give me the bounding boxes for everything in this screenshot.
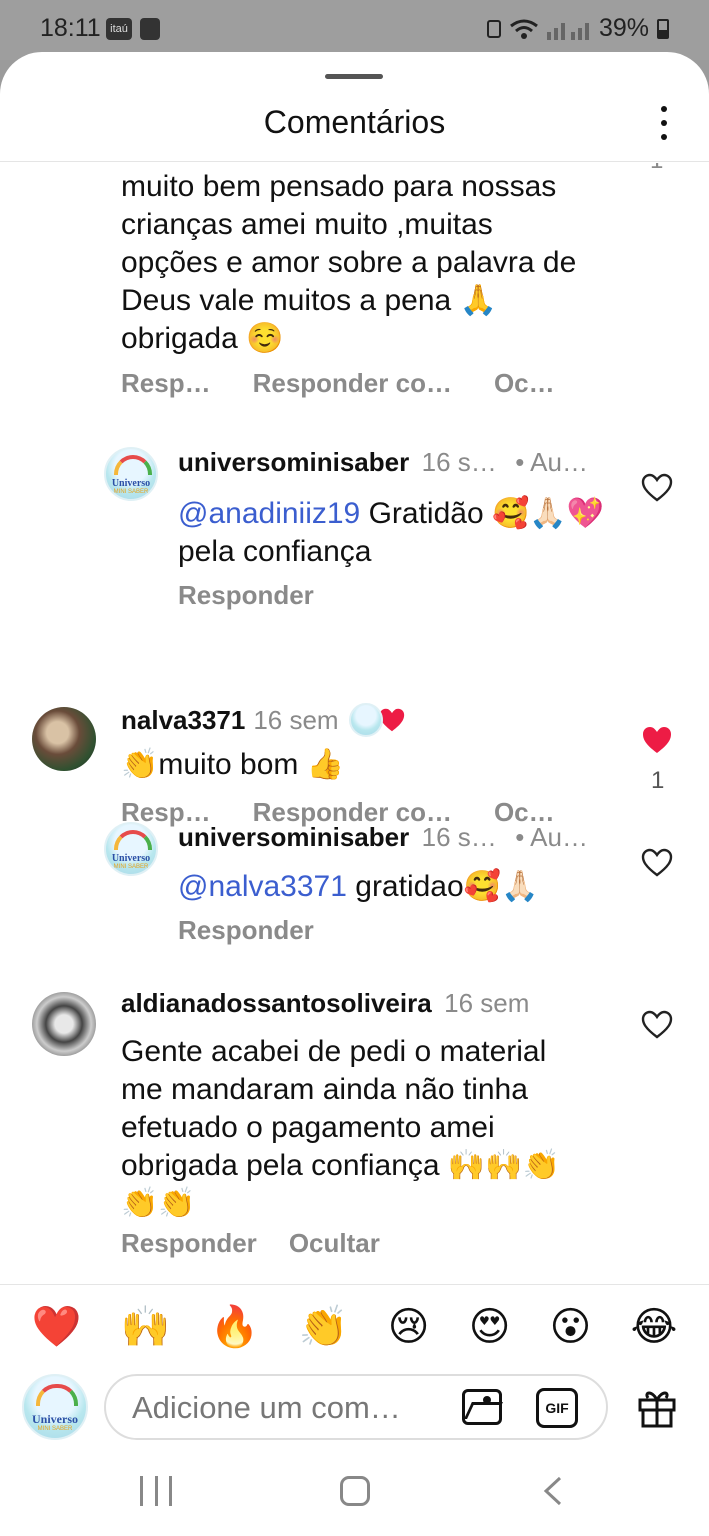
username[interactable]: universominisaber — [178, 822, 409, 852]
battery-icon — [657, 18, 669, 39]
timestamp: 16 s… — [421, 447, 497, 477]
comment-composer: Universo MINI SABER Adicione um com… GIF — [0, 1368, 709, 1454]
quick-reactions-bar: ❤️ 🙌 🔥 👏 😢 😍 😮 😂 — [0, 1284, 709, 1368]
comment-text: Gente acabei de pedi o material me manda… — [121, 1035, 560, 1220]
hide-button[interactable]: Oc… — [494, 368, 555, 399]
heart-icon[interactable] — [641, 1010, 673, 1040]
gif-icon[interactable]: GIF — [536, 1388, 578, 1428]
comment-actions: Responder Ocultar — [121, 1228, 380, 1259]
reply-button[interactable]: Responder — [178, 580, 314, 611]
signal-icon — [546, 22, 589, 40]
system-nav-bar — [0, 1454, 709, 1536]
comments-sheet: Comentários 1 muito bem pensado para nos… — [0, 52, 709, 1536]
avatar[interactable] — [32, 707, 96, 771]
username[interactable]: nalva3371 — [121, 705, 245, 736]
lock-icon — [486, 19, 501, 38]
status-bar: 18:11 itaú 39% — [0, 0, 709, 60]
like-count: 1 — [651, 767, 665, 794]
comment-text: 👏muito bom 👍 — [121, 748, 345, 781]
reaction-crying[interactable]: 😢 — [388, 1304, 430, 1350]
comment-text: @nalva3371 gratidao🥰🙏🏻 — [178, 870, 539, 903]
carrier-badge: itaú — [106, 18, 132, 40]
reply-button[interactable]: Resp… — [121, 368, 211, 399]
avatar[interactable]: Universo MINI SABER — [104, 447, 158, 501]
status-time: 18:11 — [40, 14, 101, 42]
hide-button[interactable]: Ocultar — [289, 1228, 380, 1259]
reply-with-button[interactable]: Responder co… — [253, 368, 452, 399]
drag-handle[interactable] — [325, 74, 383, 79]
timestamp: 16 s… — [421, 822, 497, 852]
creator-liked-avatar — [348, 703, 383, 737]
more-vertical-icon[interactable] — [657, 106, 671, 140]
recent-apps-icon[interactable] — [140, 1476, 172, 1506]
comment-input[interactable]: Adicione um com… GIF — [104, 1374, 608, 1440]
comment-item: 1 muito bem pensado para nossas crianças… — [0, 163, 709, 413]
battery-percentage: 39% — [598, 14, 649, 42]
sheet-title: Comentários — [263, 104, 446, 140]
current-user-avatar: Universo MINI SABER — [22, 1374, 88, 1440]
reply-button[interactable]: Responder — [178, 915, 314, 946]
home-icon[interactable] — [340, 1476, 370, 1506]
comment-actions: Resp… Responder co… Oc… — [121, 368, 555, 399]
wifi-icon — [510, 19, 538, 39]
back-icon[interactable] — [542, 1476, 564, 1506]
reply-item: Universo MINI SABER universominisaber 16… — [0, 443, 709, 613]
comments-list[interactable]: 1 muito bem pensado para nossas crianças… — [0, 163, 709, 1283]
heart-icon-liked[interactable] — [641, 725, 673, 755]
author-badge: • Au… — [515, 822, 588, 852]
comment-input-placeholder: Adicione um com… — [132, 1390, 401, 1425]
heart-icon[interactable] — [641, 848, 673, 878]
comment-actions: Responder — [178, 915, 314, 946]
username[interactable]: universominisaber — [178, 447, 409, 477]
reaction-raised-hands[interactable]: 🙌 — [121, 1303, 171, 1350]
comment-item: aldianadossantosoliveira 16 sem Gente ac… — [0, 988, 709, 1268]
image-icon[interactable] — [462, 1389, 502, 1425]
comment-text: @anadiniiz19 Gratidão 🥰🙏🏻💖pela confiança — [178, 497, 605, 568]
avatar[interactable] — [32, 992, 96, 1056]
comment-actions: Responder — [178, 580, 314, 611]
reply-item: Universo MINI SABER universominisaber 16… — [0, 818, 709, 958]
reaction-surprised[interactable]: 😮 — [550, 1304, 592, 1350]
mention-link[interactable]: @anadiniiz19 — [178, 497, 360, 530]
comment-text: muito bem pensado para nossas crianças a… — [121, 170, 577, 355]
reaction-heart[interactable]: ❤️ — [32, 1303, 82, 1350]
reaction-fire[interactable]: 🔥 — [210, 1303, 260, 1350]
reaction-laughing[interactable]: 😂 — [631, 1304, 678, 1350]
avatar[interactable]: Universo MINI SABER — [104, 822, 158, 876]
sheet-header: Comentários — [0, 92, 709, 162]
username[interactable]: aldianadossantosoliveira — [121, 988, 432, 1018]
mention-link[interactable]: @nalva3371 — [178, 870, 347, 903]
author-badge: • Au… — [515, 447, 588, 477]
heart-icon[interactable] — [641, 473, 673, 503]
reaction-heart-eyes[interactable]: 😍 — [469, 1304, 511, 1350]
gallery-notification-icon — [140, 18, 160, 40]
reply-button[interactable]: Responder — [121, 1228, 257, 1259]
like-count: 1 — [650, 163, 663, 175]
timestamp: 16 sem — [253, 704, 339, 735]
reaction-clap[interactable]: 👏 — [299, 1303, 349, 1350]
gift-icon[interactable] — [636, 1386, 678, 1428]
timestamp: 16 sem — [444, 988, 530, 1018]
